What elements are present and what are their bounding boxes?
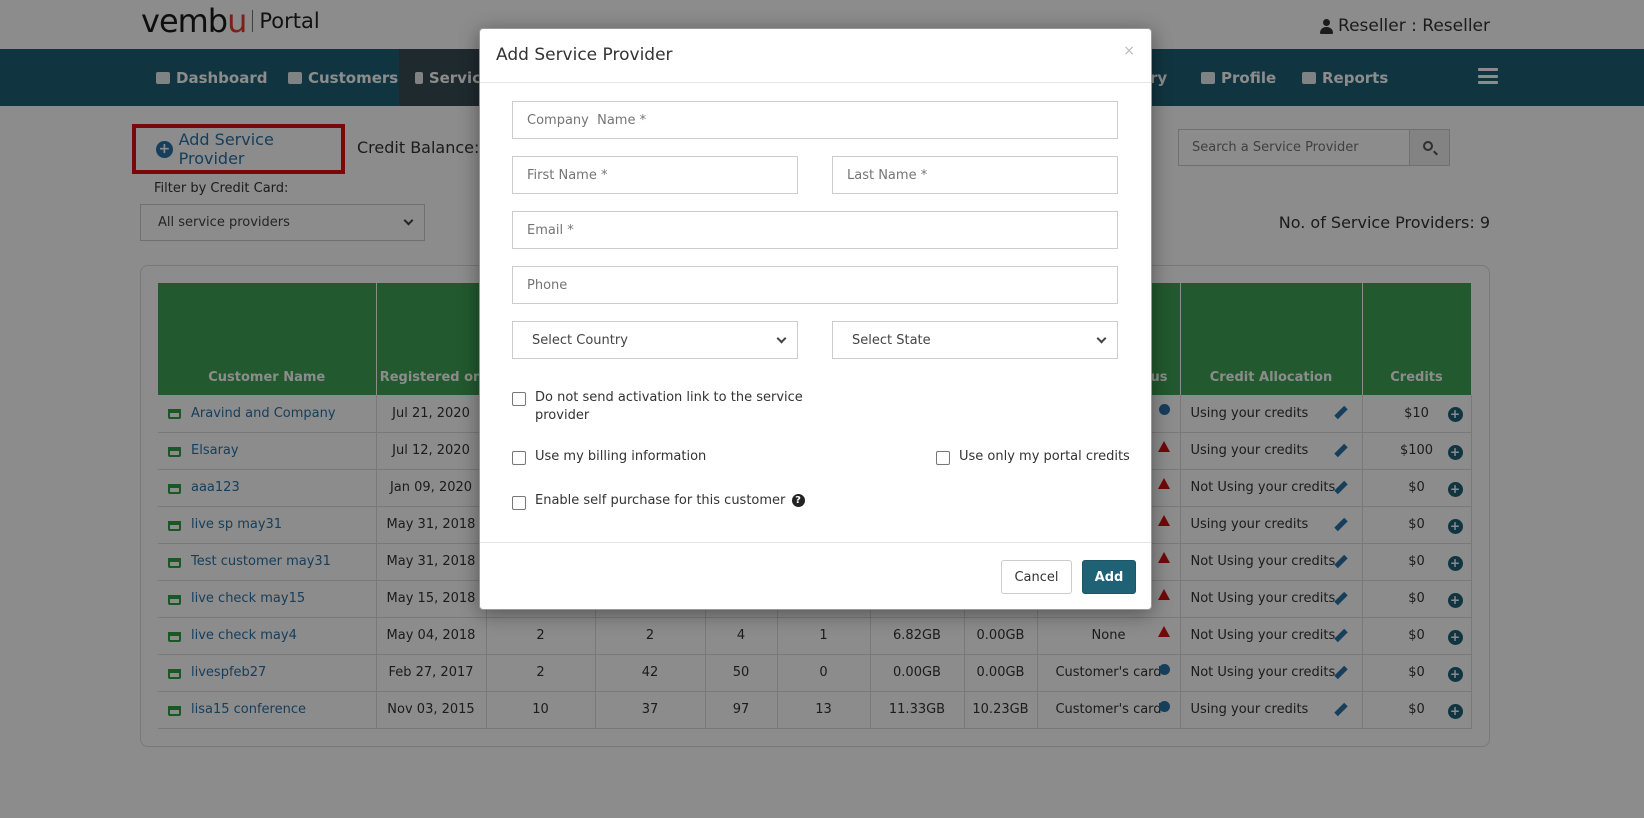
cancel-button[interactable]: Cancel — [1001, 560, 1072, 594]
phone-input[interactable] — [512, 266, 1118, 304]
email-input[interactable] — [512, 211, 1118, 249]
last-name-input[interactable] — [832, 156, 1118, 194]
self-purchase-label: Enable self purchase for this customer ? — [535, 492, 805, 510]
chevron-down-icon — [776, 333, 787, 344]
no-activation-link-checkbox[interactable] — [512, 392, 526, 406]
modal-header: Add Service Provider × — [480, 29, 1151, 83]
add-service-provider-modal: Add Service Provider × Select Country Se… — [479, 28, 1152, 610]
state-selected-value: Select State — [852, 333, 931, 348]
no-activation-link-label: Do not send activation link to the servi… — [535, 390, 803, 423]
state-select[interactable]: Select State — [832, 321, 1118, 359]
country-select[interactable]: Select Country — [512, 321, 798, 359]
portal-credits-label: Use only my portal credits — [959, 449, 1130, 464]
company-name-input[interactable] — [512, 101, 1118, 139]
self-purchase-checkbox[interactable] — [512, 496, 526, 510]
country-selected-value: Select Country — [532, 333, 628, 348]
modal-footer: Cancel Add — [480, 542, 1151, 610]
portal-credits-checkbox[interactable] — [936, 451, 950, 465]
help-icon[interactable]: ? — [791, 494, 805, 507]
first-name-input[interactable] — [512, 156, 798, 194]
modal-title: Add Service Provider — [496, 45, 673, 65]
billing-info-label: Use my billing information — [535, 449, 707, 464]
chevron-down-icon — [1096, 333, 1107, 344]
close-icon[interactable]: × — [1123, 43, 1135, 59]
billing-info-checkbox[interactable] — [512, 451, 526, 465]
add-button[interactable]: Add — [1082, 560, 1136, 594]
